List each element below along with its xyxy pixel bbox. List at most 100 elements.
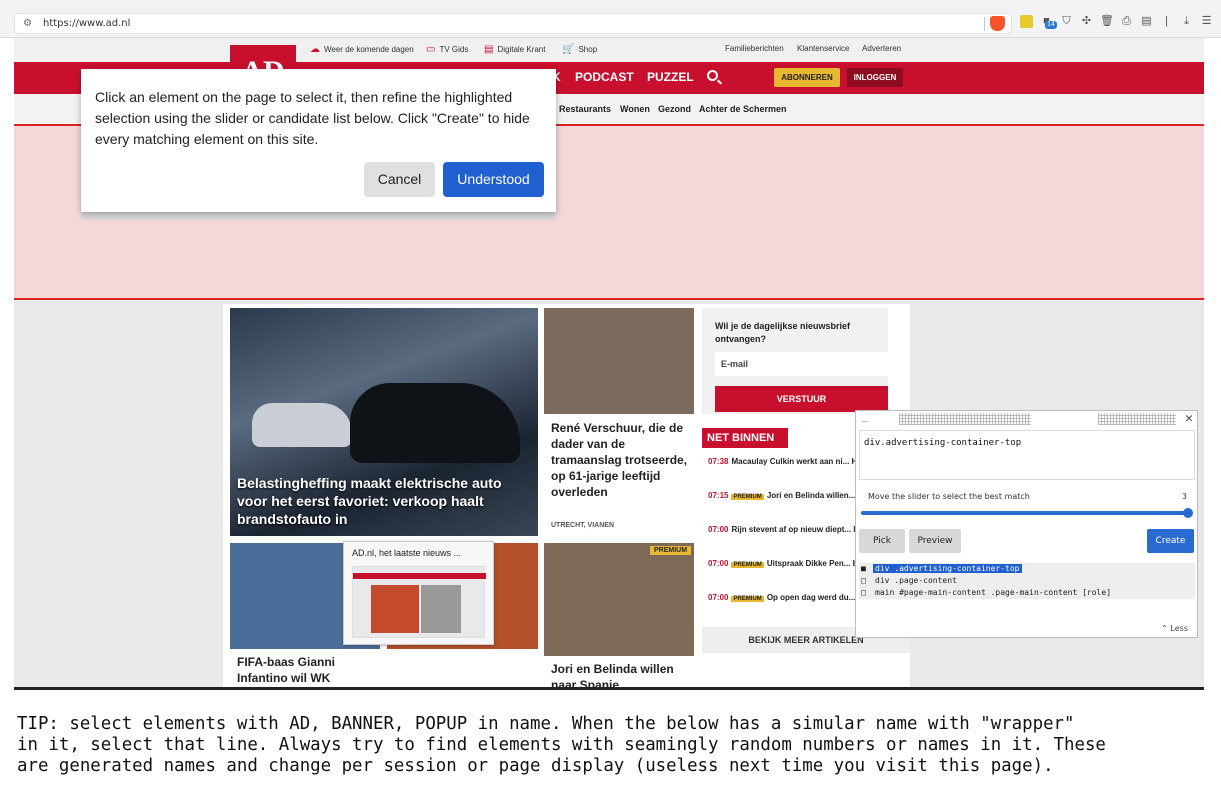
nav-item-puzzel[interactable]: PUZZEL	[647, 70, 694, 84]
premium-badge: PREMIUM	[731, 596, 764, 602]
create-button[interactable]: Create	[1147, 529, 1194, 553]
article-image	[544, 308, 694, 414]
candidate-item[interactable]: □ main #page-main-content .page-main-cont…	[859, 587, 1195, 599]
weather-link-label: Weer de komende dagen	[324, 45, 414, 54]
address-bar[interactable]: ⚙ https://www.ad.nl	[14, 13, 1012, 34]
net-binnen-item[interactable]: 07:38Macaulay Culkin werkt aan ni... Hom…	[708, 456, 858, 467]
candidate-marker: ■	[861, 564, 866, 573]
candidate-marker: □	[861, 576, 866, 585]
digitale-krant-label: Digitale Krant	[497, 45, 546, 54]
shop-link-label: Shop	[578, 45, 598, 54]
newsletter-box: Wil je de dagelijkse nieuwsbrief ontvang…	[702, 308, 888, 414]
subnav-wonen[interactable]: Wonen	[620, 104, 650, 114]
candidate-item[interactable]: ■ div .advertising-container-top	[859, 563, 1195, 575]
tab-hover-preview: AD.nl, het laatste nieuws ...	[343, 541, 494, 645]
extension-badge: 14	[1045, 21, 1057, 29]
tvgids-link[interactable]: ▭ TV Gids	[426, 44, 468, 55]
newsletter-submit-button[interactable]: VERSTUUR	[715, 386, 888, 412]
net-binnen-text: Rijn stevent af op nieuw diept... lager …	[731, 525, 858, 534]
net-binnen-item[interactable]: 07:00PREMIUMUitspraak Dikke Pen... belan…	[708, 558, 858, 571]
less-label: Less	[1170, 624, 1188, 633]
menu-icon[interactable]: ☰	[1200, 15, 1213, 28]
cancel-button[interactable]: Cancel	[364, 162, 435, 197]
article-title: Jori en Belinda willen naar Spanje	[551, 662, 674, 688]
tv-icon: ▭	[426, 44, 436, 55]
net-binnen-item[interactable]: 07:00PREMIUMOp open dag werd du... wie d…	[708, 592, 858, 605]
understood-button[interactable]: Understood	[443, 162, 544, 197]
net-binnen-time: 07:15	[708, 491, 729, 500]
shield-icon[interactable]: ⛉	[1060, 15, 1073, 28]
minimize-icon[interactable]: _	[862, 411, 868, 422]
specificity-slider[interactable]	[861, 511, 1191, 515]
net-binnen-text: Uitspraak Dikke Pen... belangrijk voor m…	[766, 559, 858, 568]
extension-icon[interactable]	[1020, 15, 1033, 28]
shop-link[interactable]: 🛒 Shop	[562, 44, 597, 55]
trash-icon[interactable]: 🗑	[1100, 15, 1114, 28]
brave-shields-icon[interactable]	[990, 16, 1005, 31]
newsletter-email-input[interactable]: E-mail	[715, 352, 888, 376]
slider-thumb[interactable]	[1183, 508, 1193, 518]
article-title: FIFA-baas Gianni Infantino wil WK	[237, 655, 336, 685]
klantenservice-link[interactable]: Klantenservice	[797, 44, 849, 53]
weather-link[interactable]: ☁ Weer de komende dagen	[310, 44, 414, 55]
digitale-krant-link[interactable]: ▤ Digitale Krant	[484, 44, 545, 55]
extension-badge-icon[interactable]: ■14	[1040, 15, 1057, 29]
premium-badge: PREMIUM	[731, 494, 764, 500]
divider-icon: |	[1165, 15, 1168, 27]
site-info-icon[interactable]: ⚙	[23, 18, 32, 29]
net-binnen-text: Op open dag werd du... wie de populairst…	[766, 593, 858, 602]
news-content: Belastingheffing maakt elektrische auto …	[223, 304, 910, 688]
subnav-gezond[interactable]: Gezond	[658, 104, 691, 114]
search-icon[interactable]	[707, 70, 718, 81]
url-text[interactable]: https://www.ad.nl	[43, 18, 130, 29]
inloggen-button[interactable]: INLOGGEN	[847, 68, 903, 87]
reader-icon[interactable]: ▤	[1140, 15, 1153, 28]
candidate-marker: □	[861, 588, 866, 597]
adverteren-link[interactable]: Adverteren	[862, 44, 901, 53]
net-binnen-heading: NET BINNEN	[702, 428, 788, 448]
net-binnen-item[interactable]: 07:00Rijn stevent af op nieuw diept... l…	[708, 524, 858, 535]
premium-badge: PREMIUM	[650, 546, 692, 555]
close-icon[interactable]: ✕	[1185, 412, 1193, 426]
net-binnen-time: 07:00	[708, 525, 729, 534]
candidate-item[interactable]: □ div .page-content	[859, 575, 1195, 587]
download-icon[interactable]: ⤓	[1180, 15, 1193, 28]
article-title: René Verschuur, die de dader van de tram…	[551, 421, 688, 499]
print-icon[interactable]: ⎙	[1120, 15, 1133, 28]
drag-handle[interactable]	[1098, 413, 1176, 425]
separator	[984, 17, 985, 31]
article-card-verschuur[interactable]: René Verschuur, die de dader van de tram…	[544, 308, 694, 536]
preview-button[interactable]: Preview	[909, 529, 961, 553]
nav-item-podcast[interactable]: PODCAST	[575, 70, 634, 84]
candidate-text: div .page-content	[875, 576, 957, 585]
thumbnail-image	[421, 585, 461, 633]
tab-preview-title: AD.nl, het laatste nieuws ...	[352, 548, 462, 558]
puzzle-icon[interactable]: ✣	[1080, 15, 1093, 28]
newspaper-icon: ▤	[484, 44, 494, 55]
net-binnen-item[interactable]: 07:15PREMIUMJori en Belinda willen... Sp…	[708, 490, 858, 503]
drag-handle[interactable]	[899, 413, 1031, 425]
thumbnail-image	[371, 585, 419, 633]
net-binnen-time: 07:00	[708, 559, 729, 568]
pick-button[interactable]: Pick	[859, 529, 905, 553]
element-picker-panel: _ ✕ div.advertising-container-top Move t…	[855, 410, 1198, 638]
thumbnail-header	[353, 573, 486, 579]
browser-toolbar: ⚙ https://www.ad.nl ■14 ⛉ ✣ 🗑 ⎙ ▤ | ⤓ ☰	[0, 0, 1221, 38]
hero-article[interactable]: Belastingheffing maakt elektrische auto …	[230, 308, 538, 536]
slider-label: Move the slider to select the best match	[868, 492, 1030, 501]
abonneren-button[interactable]: ABONNEREN	[774, 68, 840, 87]
subnav-restaurants[interactable]: Restaurants	[559, 104, 611, 114]
picker-help-tooltip: Click an element on the page to select i…	[81, 69, 556, 212]
candidate-text: div .advertising-container-top	[873, 564, 1022, 573]
less-toggle[interactable]: ⌃ Less	[1161, 624, 1188, 633]
premium-badge: PREMIUM	[731, 562, 764, 568]
weather-icon: ☁	[310, 44, 320, 55]
subnav-achter-de-schermen[interactable]: Achter de Schermen	[699, 104, 787, 114]
newsletter-question: Wil je de dagelijkse nieuwsbrief ontvang…	[715, 321, 850, 344]
tooltip-message: Click an element on the page to select i…	[95, 89, 530, 147]
selector-textarea[interactable]: div.advertising-container-top	[859, 430, 1195, 480]
article-card-jori-belinda[interactable]: PREMIUM Jori en Belinda willen naar Span…	[544, 543, 694, 688]
divider	[14, 687, 1204, 690]
familieberichten-link[interactable]: Familieberichten	[725, 44, 784, 53]
utility-bar: ☁ Weer de komende dagen ▭ TV Gids ▤ Digital…	[14, 38, 1204, 62]
